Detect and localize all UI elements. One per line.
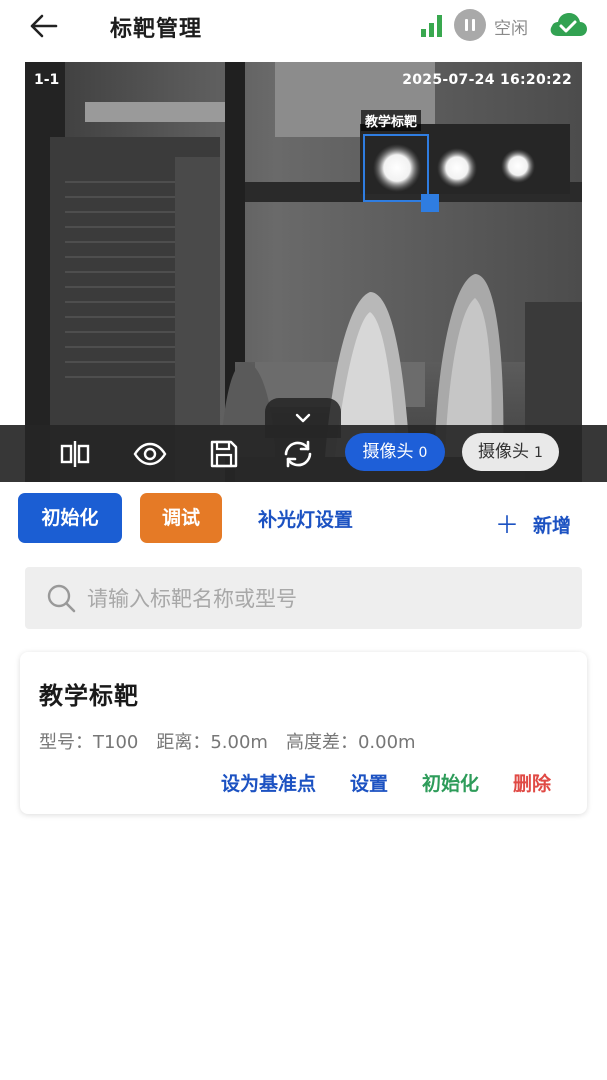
fill-light-settings-link[interactable]: 补光灯设置 xyxy=(258,505,353,532)
add-target-button[interactable]: ＋ 新增 xyxy=(495,505,571,540)
save-icon[interactable] xyxy=(207,437,241,471)
target-card[interactable]: 教学标靶 型号：T100 距离：5.00m 高度差：0.00m 设为基准点 设置 初始化… xyxy=(20,652,587,814)
status-label: 空闲 xyxy=(494,19,528,39)
target-delete-button[interactable]: 删除 xyxy=(513,773,551,795)
target-settings-button[interactable]: 设置 xyxy=(350,773,388,795)
signal-bars-icon xyxy=(420,12,446,38)
eye-icon[interactable] xyxy=(133,437,167,471)
camera-tab-label: 摄像头 xyxy=(478,442,530,462)
camera-view[interactable]: 1-1 2025-07-24 16:20:22 教学标靶 xyxy=(25,62,582,482)
pause-circle-icon[interactable] xyxy=(454,9,486,41)
camera-tab-number: 1 xyxy=(534,445,543,461)
camera-tab-label: 摄像头 xyxy=(362,442,414,462)
debug-button[interactable]: 调试 xyxy=(140,493,222,543)
target-model: 型号：T100 xyxy=(39,732,139,753)
refresh-icon[interactable] xyxy=(281,437,315,471)
camera-timestamp: 2025-07-24 16:20:22 xyxy=(402,72,572,88)
target-resize-handle[interactable] xyxy=(421,194,439,212)
cloud-check-icon xyxy=(548,10,588,40)
set-base-point-button[interactable]: 设为基准点 xyxy=(221,773,316,795)
camera-tab-0[interactable]: 摄像头 0 xyxy=(345,433,445,471)
target-initialize-button[interactable]: 初始化 xyxy=(422,773,479,795)
target-distance: 距离：5.00m xyxy=(156,732,268,753)
add-label: 新增 xyxy=(533,515,572,537)
plus-icon: ＋ xyxy=(495,511,519,539)
split-view-icon[interactable] xyxy=(58,437,92,471)
target-actions: 设为基准点 设置 初始化 删除 xyxy=(187,769,551,796)
page-title: 标靶管理 xyxy=(110,17,203,42)
camera-toolbar: 摄像头 0 摄像头 1 xyxy=(0,425,607,482)
camera-id-label: 1-1 xyxy=(34,72,60,88)
search-icon xyxy=(47,584,76,613)
initialize-button[interactable]: 初始化 xyxy=(18,493,122,543)
target-overlay-label: 教学标靶 xyxy=(361,110,422,131)
target-name: 教学标靶 xyxy=(39,682,139,710)
back-arrow-icon[interactable] xyxy=(26,9,62,43)
search-input[interactable] xyxy=(85,578,569,620)
camera-tab-1[interactable]: 摄像头 1 xyxy=(462,433,559,471)
target-meta: 型号：T100 距离：5.00m 高度差：0.00m xyxy=(39,728,434,754)
target-height-diff: 高度差：0.00m xyxy=(285,732,416,753)
camera-tab-number: 0 xyxy=(418,445,428,461)
target-highlight-box[interactable] xyxy=(363,134,429,202)
search-bar xyxy=(25,567,582,629)
app-header: 标靶管理 空闲 xyxy=(0,0,607,52)
